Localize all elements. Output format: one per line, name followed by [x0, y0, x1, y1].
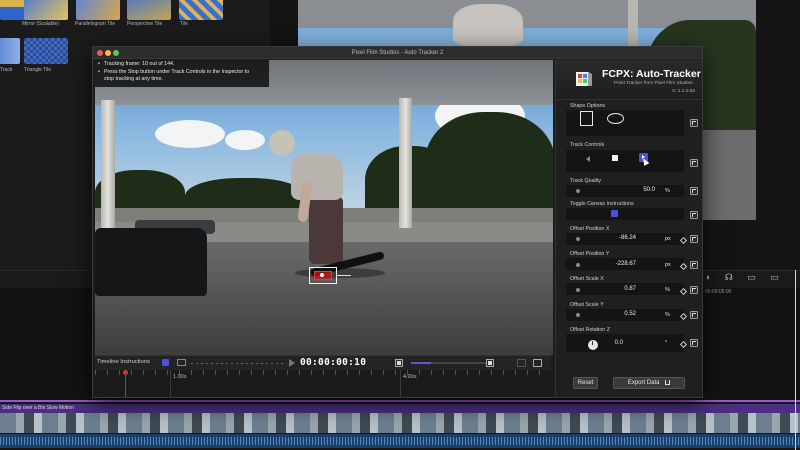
- share-icon: [665, 379, 671, 385]
- section-label-scale-x: Offset Scale X: [570, 276, 604, 282]
- brand-subtitle: Point Tracker from Pixel Film Studios: [614, 81, 693, 86]
- ruler-tick-label: 4.00s: [403, 374, 417, 380]
- track-quality-slider-icon[interactable]: [576, 189, 580, 193]
- track-controls-reset-icon[interactable]: [690, 159, 698, 167]
- clip-audio-waveform[interactable]: [0, 434, 800, 448]
- film-logo-icon: [576, 72, 592, 86]
- video-preview-canvas[interactable]: [95, 60, 553, 355]
- scale-y-value[interactable]: 0.52: [596, 311, 636, 317]
- scale-y-reset-icon[interactable]: [690, 311, 698, 319]
- section-label-toggle-canvas: Toggle Canvas Instructions: [570, 201, 634, 207]
- scale-x-slider-icon[interactable]: [576, 288, 580, 292]
- host-timecode: 00:00:05:00: [705, 289, 732, 295]
- host-playhead[interactable]: [795, 270, 796, 450]
- window-title: Pixel Film Studios - Auto Tracker 2: [351, 50, 444, 56]
- effect-tile-parallelogram[interactable]: [76, 0, 120, 20]
- inspector-panel: FCPX: Auto-Tracker Point Tracker from Pi…: [555, 60, 702, 397]
- inspector-header: FCPX: Auto-Tracker Point Tracker from Pi…: [556, 60, 702, 100]
- canvas-instructions: • Tracking frame: 10 out of 144. • Press t…: [95, 60, 269, 87]
- plugin-timeline-ruler[interactable]: 1.00s 4.00s: [95, 370, 551, 397]
- tracking-center-handle[interactable]: [320, 273, 324, 277]
- marker-icon[interactable]: [177, 359, 186, 366]
- effect-tile-tile[interactable]: [179, 0, 223, 20]
- offset-x-reset-icon[interactable]: [690, 235, 698, 243]
- offset-x-value[interactable]: -86.24: [596, 235, 636, 241]
- section-label-track-controls: Track Controls: [570, 142, 605, 148]
- scale-x-reset-icon[interactable]: [690, 286, 698, 294]
- version-label: V: 1.1.0.62: [672, 89, 696, 94]
- px-unit: px: [665, 262, 671, 268]
- section-label-offset-y: Offset Position Y: [570, 251, 610, 257]
- tracking-direction-handle[interactable]: [337, 275, 351, 276]
- instruction-line: Press the Stop button under Track Contro…: [104, 68, 250, 75]
- ruler-tick-label: 1.00s: [173, 374, 187, 380]
- section-label-track-quality: Track Quality: [570, 178, 602, 184]
- offset-y-value[interactable]: -228.67: [596, 261, 636, 267]
- percent-unit: %: [665, 312, 670, 318]
- toggle-canvas-checkbox[interactable]: [611, 210, 618, 217]
- oval-shape-button[interactable]: [607, 113, 624, 124]
- stop-tracking-icon[interactable]: [612, 155, 618, 161]
- window-titlebar[interactable]: Pixel Film Studios - Auto Tracker 2: [93, 47, 702, 59]
- degree-unit: °: [665, 340, 668, 346]
- effect-tile-track[interactable]: [0, 38, 20, 64]
- timeline-instructions-label: Timeline Instructions: [97, 359, 150, 365]
- section-label-scale-y: Offset Scale Y: [570, 302, 604, 308]
- offset-x-slider-icon[interactable]: [576, 237, 580, 241]
- shape-options-reset-icon[interactable]: [690, 119, 698, 127]
- snap-icon[interactable]: [517, 359, 526, 367]
- track-backward-icon[interactable]: [586, 156, 590, 162]
- host-toolbar-icons[interactable]: ◖ ☊ ▭ ▭: [705, 272, 785, 283]
- effect-tile-perspective[interactable]: [127, 0, 171, 20]
- scale-y-slider-icon[interactable]: [576, 313, 580, 317]
- rotation-dial[interactable]: [588, 340, 598, 350]
- toggle-canvas-panel: [566, 208, 684, 220]
- effect-label: Tile: [180, 21, 188, 27]
- clip-title: Side Flip over a Bin Slow Motion: [0, 404, 800, 413]
- play-icon[interactable]: [289, 359, 295, 367]
- plugin-playhead[interactable]: [125, 372, 126, 397]
- section-label-shape-options: Shape Options: [570, 103, 606, 109]
- brand-title: FCPX: Auto-Tracker: [602, 68, 701, 80]
- instruction-line: Tracking frame: 10 out of 144.: [104, 61, 175, 67]
- frame-scrubber[interactable]: [191, 363, 285, 364]
- offset-y-slider-icon[interactable]: [576, 263, 580, 267]
- current-timecode: 00:00:00:10: [300, 357, 367, 368]
- auto-tracker-window: Pixel Film Studios - Auto Tracker 2 • Tra…: [92, 46, 703, 398]
- timeline-instructions-checkbox[interactable]: [162, 359, 169, 366]
- percent-unit: %: [665, 188, 670, 194]
- bin-bags: [95, 228, 207, 296]
- rectangle-shape-button[interactable]: [580, 111, 593, 126]
- effect-tile-mirror[interactable]: [24, 0, 68, 20]
- toggle-canvas-reset-icon[interactable]: [690, 211, 698, 219]
- reset-button[interactable]: Reset: [573, 377, 598, 389]
- export-data-button[interactable]: Export Data: [613, 377, 685, 389]
- export-data-label: Export Data: [627, 380, 660, 386]
- section-label-offset-x: Offset Position X: [570, 226, 610, 232]
- percent-unit: %: [665, 287, 670, 293]
- track-quality-value[interactable]: 50.0: [615, 187, 655, 193]
- px-unit: px: [665, 236, 671, 242]
- effect-label: Track: [0, 67, 13, 73]
- rotation-z-reset-icon[interactable]: [690, 339, 698, 347]
- effect-label: Parallelogram Tile: [75, 21, 116, 27]
- effect-label: Perspective Tile: [127, 21, 163, 27]
- offset-y-reset-icon[interactable]: [690, 261, 698, 269]
- camera-icon[interactable]: [533, 359, 542, 367]
- plugin-timeline-toolbar: Timeline Instructions 00:00:00:10: [95, 355, 551, 370]
- zoom-slider-fill: [411, 362, 431, 364]
- effect-label: Mirror (Scalable): [22, 21, 59, 27]
- scale-x-value[interactable]: 0.87: [596, 286, 636, 292]
- track-controls-panel: [566, 150, 684, 172]
- skater-figure: [291, 154, 343, 200]
- effect-tile-triangle[interactable]: [24, 38, 68, 64]
- skater-figure: [453, 4, 523, 46]
- set-in-icon[interactable]: [395, 359, 403, 367]
- clip-filmstrip[interactable]: [0, 413, 800, 433]
- effect-label: Triangle Tile: [24, 67, 52, 73]
- instruction-line: stop tracking at any time.: [104, 76, 163, 82]
- set-out-icon[interactable]: [486, 359, 494, 367]
- section-label-rotation-z: Offset Rotation Z: [570, 327, 610, 333]
- track-quality-reset-icon[interactable]: [690, 187, 698, 195]
